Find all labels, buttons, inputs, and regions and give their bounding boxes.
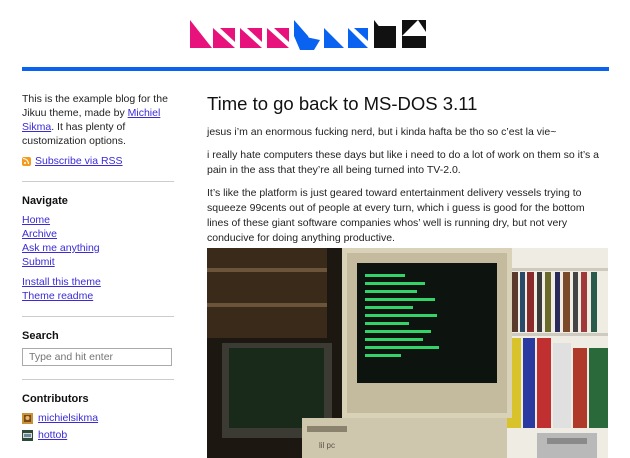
contributor-item[interactable]: hottob	[22, 428, 174, 442]
contributor-link[interactable]: michielsikma	[38, 411, 98, 425]
install-theme-link[interactable]: Install this theme	[22, 275, 174, 289]
contributor-link[interactable]: hottob	[38, 428, 67, 442]
avatar	[22, 429, 33, 441]
rss-link[interactable]: Subscribe via RSS	[35, 154, 123, 168]
post-title[interactable]: Time to go back to MS-DOS 3.11	[207, 92, 607, 116]
nav-submit[interactable]: Submit	[22, 255, 174, 269]
nav-archive[interactable]: Archive	[22, 227, 174, 241]
blog-description: This is the example blog for the Jikuu t…	[22, 93, 168, 147]
search-input[interactable]	[22, 348, 172, 366]
sidebar-divider	[22, 181, 174, 182]
post-paragraph: jesus i’m an enormous fucking nerd, but …	[207, 126, 557, 138]
rss-subscribe[interactable]: Subscribe via RSS	[22, 154, 174, 168]
sidebar: This is the example blog for the Jikuu t…	[22, 92, 174, 442]
post: Time to go back to MS-DOS 3.11 jesus i’m…	[207, 92, 608, 458]
nav-home[interactable]: Home	[22, 213, 174, 227]
nav-ask[interactable]: Ask me anything	[22, 241, 174, 255]
search-heading: Search	[22, 330, 59, 342]
rss-icon	[22, 156, 31, 166]
contributor-item[interactable]: michielsikma	[22, 411, 174, 425]
computer-label: lil pc	[319, 441, 335, 450]
theme-readme-link[interactable]: Theme readme	[22, 289, 174, 303]
sidebar-divider	[22, 316, 174, 317]
post-photo: lil pc	[207, 248, 608, 458]
nav-links: Home Archive Ask me anything Submit Inst…	[22, 213, 174, 303]
header-divider	[22, 67, 609, 71]
avatar	[22, 412, 33, 424]
post-paragraph: i really hate computers these days but l…	[207, 149, 600, 176]
jikuu-logo[interactable]	[190, 16, 440, 56]
sidebar-divider	[22, 379, 174, 380]
navigate-heading: Navigate	[22, 195, 68, 207]
contributors-heading: Contributors	[22, 393, 89, 405]
post-paragraph: It’s like the platform is just geared to…	[207, 187, 585, 244]
